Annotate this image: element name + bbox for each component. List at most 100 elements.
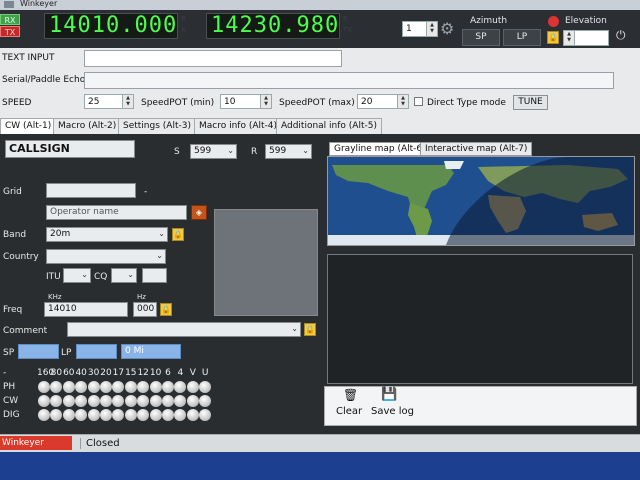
chevron-down-icon: ⌄ [227,146,234,155]
band-indicator-dot[interactable] [87,395,100,407]
stepper-arrows-icon[interactable]: ▲ ▼ [426,22,437,36]
tab-macro[interactable]: Macro (Alt-2) [53,118,122,134]
band-indicator-dot[interactable] [186,409,199,421]
band-indicator-dot[interactable] [38,395,50,407]
band-indicator-dot[interactable] [62,381,75,393]
tab-cw[interactable]: CW (Alt-1) [0,118,57,134]
tab-grayline-map[interactable]: Grayline map (Alt-6) [329,142,431,156]
band-indicator-dot[interactable] [87,381,100,393]
rotor-icon[interactable] [548,16,559,27]
save-disk-icon[interactable]: 💾 [381,387,397,402]
sp-button[interactable]: SP [462,29,500,46]
band-indicator-dot[interactable] [87,409,100,421]
comment-lock-icon[interactable]: 🔒 [304,323,316,336]
serial-echo-field[interactable] [84,72,614,89]
elevation-lock-icon[interactable]: 🔒 [547,31,559,44]
freq-khz-field[interactable]: 14010 [44,302,128,317]
country-label: Country [3,252,39,262]
plug-icon[interactable]: ⏻ [616,28,626,43]
tune-button[interactable]: TUNE [513,95,548,110]
band-row-label: DIG [3,410,20,420]
rst-rcvd-select[interactable]: 599 ⌄ [265,144,312,159]
callsign-field[interactable]: CALLSIGN [5,140,135,158]
khz-label: KHz [48,293,62,301]
lookup-icon[interactable]: ◈ [191,205,207,220]
band-indicator-dot[interactable] [149,381,162,393]
itu-select[interactable]: ⌄ [63,268,91,283]
tab-settings[interactable]: Settings (Alt-3) [118,118,196,134]
comment-label: Comment [3,326,48,336]
country-select[interactable]: ⌄ [46,249,166,264]
band-select[interactable]: 20m ⌄ [46,227,168,242]
band-indicator-dot[interactable] [100,381,112,393]
band-indicator-dot[interactable] [124,381,137,393]
speedpot-min-label: SpeedPOT (min) [141,98,215,108]
lp-button[interactable]: LP [503,29,541,46]
band-indicator-dot[interactable] [62,395,75,407]
band-indicator-dot[interactable] [149,395,162,407]
direct-type-checkbox[interactable] [414,97,423,106]
freq-lock-icon[interactable]: 🔒 [160,303,172,316]
band-label: Band [3,230,27,240]
band-header: U [201,368,209,378]
rx-indicator[interactable]: RX [0,14,20,25]
cq-select[interactable]: ⌄ [111,268,137,283]
band-value: 20m [50,229,71,239]
speedpot-max-stepper[interactable]: 20 ▲ ▼ [357,94,409,109]
clear-button[interactable]: Clear [336,406,362,417]
band-indicator-dot[interactable] [162,409,174,421]
chevron-down-icon: ⌄ [291,324,298,333]
speedpot-max-value: 20 [361,97,373,107]
band-indicator-dot[interactable] [100,409,112,421]
text-input-field[interactable] [84,50,342,67]
band-indicator-dot[interactable] [162,381,174,393]
band-indicator-dot[interactable] [186,381,199,393]
operator-name-field[interactable]: Operator name [46,205,187,220]
rst-sent-value: 599 [194,146,212,156]
save-log-button[interactable]: Save log [371,406,414,417]
band-indicator-dot[interactable] [124,395,137,407]
band-row-label: PH [3,382,16,392]
rst-sent-select[interactable]: 599 ⌄ [190,144,237,159]
vfo-b-tx-label: TX [343,26,353,34]
comment-select[interactable]: ⌄ [67,322,301,337]
vfo-a-frequency[interactable]: 14010.000 [44,13,178,39]
speedpot-max-arrows-icon[interactable]: ▲ ▼ [397,95,408,108]
grid-dash: - [144,187,148,197]
rst-rcvd-value: 599 [269,146,287,156]
rst-sent-label: S [174,147,180,157]
band-indicator-dot[interactable] [38,381,50,393]
tab-macro-info[interactable]: Macro info (Alt-4) [194,118,283,134]
band-indicator-dot[interactable] [162,395,174,407]
grid-field[interactable] [46,183,136,198]
gear-icon[interactable]: ⚙ [440,21,454,37]
band-lock-icon[interactable]: 🔒 [172,228,184,241]
tab-interactive-map[interactable]: Interactive map (Alt-7) [420,142,533,156]
band-indicator-dot[interactable] [38,409,50,421]
long-path-field [76,344,117,359]
vfo-b-frequency[interactable]: 14230.980 [206,13,340,39]
band-indicator-dot[interactable] [124,409,137,421]
band-indicator-dot[interactable] [62,409,75,421]
cw-output-terminal[interactable] [327,254,633,384]
band-indicator-dot[interactable] [149,409,162,421]
speedpot-min-stepper[interactable]: 10 ▲ ▼ [220,94,272,109]
tx-indicator[interactable]: TX [0,26,20,37]
text-input-label: TEXT INPUT [2,53,55,63]
band-indicator-dot[interactable] [100,395,112,407]
elevation-arrows-icon[interactable]: ▲ ▼ [564,31,575,45]
rig-stepper[interactable]: 1 ▲ ▼ [402,21,438,37]
vfo-a-x-label: X [181,26,186,34]
band-indicator-dot[interactable] [186,395,199,407]
speed-label: SPEED [2,98,32,108]
elevation-stepper[interactable]: 0 ▲▼ [563,30,609,46]
trash-icon[interactable]: 🗑 [343,388,358,402]
cq-extra-field[interactable] [142,268,167,283]
speedpot-min-arrows-icon[interactable]: ▲ ▼ [260,95,271,108]
band-row-label: CW [3,396,19,406]
freq-hz-field[interactable]: 000 [133,302,157,317]
tab-additional-info[interactable]: Additional info (Alt-5) [276,118,382,134]
speed-arrows-icon[interactable]: ▲ ▼ [122,95,133,108]
speedpot-max-label: SpeedPOT (max) [279,98,355,108]
speed-stepper[interactable]: 25 ▲ ▼ [84,94,134,109]
